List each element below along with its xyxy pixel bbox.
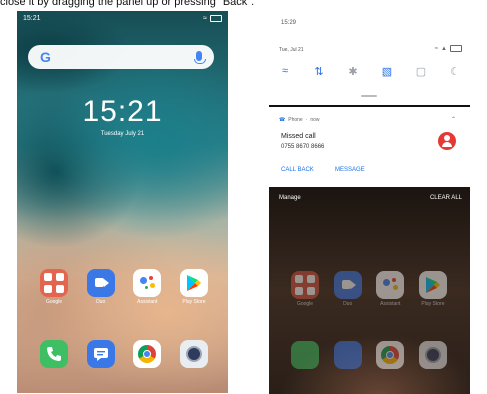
- play-store-icon: [418, 271, 447, 299]
- messages-icon: [333, 341, 362, 369]
- bluetooth-icon[interactable]: ✱: [343, 64, 363, 78]
- app-label: Duo: [343, 301, 353, 307]
- wifi-icon[interactable]: ≈: [275, 64, 295, 78]
- notification-time: now: [310, 117, 320, 123]
- status-time: 15:21: [23, 14, 41, 22]
- app-assistant: Assistant: [370, 271, 410, 307]
- dimmed-dock: [285, 341, 453, 369]
- shade-date: Tue, Jul 21: [279, 47, 304, 53]
- app-assistant[interactable]: Assistant: [127, 269, 167, 305]
- phone-icon: [291, 341, 319, 369]
- mic-icon[interactable]: [194, 51, 206, 64]
- screen-record-icon[interactable]: ▢: [411, 64, 431, 78]
- assistant-icon: [133, 269, 162, 297]
- contact-avatar-icon: [438, 132, 456, 150]
- app-google-folder[interactable]: Google: [34, 269, 74, 305]
- dock-camera[interactable]: [174, 340, 214, 368]
- google-folder-icon: [291, 271, 319, 299]
- dock: [34, 340, 214, 368]
- assistant-icon: [376, 271, 405, 299]
- phone-app-icon: ☎: [279, 117, 286, 123]
- app-label: Play Store: [421, 301, 445, 307]
- dimmed-app-row: Google Duo Assistant Play Store: [285, 271, 453, 307]
- dock-chrome[interactable]: [127, 340, 167, 368]
- app-label: Assistant: [380, 301, 401, 307]
- app-label: Assistant: [137, 299, 158, 305]
- data-icon[interactable]: ⇅: [309, 64, 329, 78]
- quick-settings: ≈ ⇅ ✱ ▧ ▢ ☾: [275, 64, 465, 78]
- notification-header: ☎ Phone · now: [279, 117, 320, 123]
- chevron-up-icon[interactable]: ⌃: [451, 116, 456, 123]
- notification-number: 0755 8670 8666: [281, 144, 325, 150]
- wifi-icon: ≈: [203, 14, 207, 22]
- dark-mode-icon[interactable]: ☾: [445, 64, 465, 78]
- camera-icon: [418, 341, 447, 369]
- chrome-icon: [376, 341, 405, 369]
- instruction-caption: close it by dragging the panel up or pre…: [0, 0, 255, 8]
- notification-shade-screen: 15:29 Tue, Jul 21 ≈ ▲ ≈ ⇅ ✱ ▧ ▢ ☾ ☎ Phon…: [269, 11, 470, 394]
- notification-title: Missed call: [281, 133, 316, 140]
- signal-icon: ▲: [441, 45, 447, 52]
- vibrate-icon[interactable]: ▧: [377, 64, 397, 78]
- message-button[interactable]: MESSAGE: [335, 167, 365, 173]
- app-google-folder: Google: [285, 271, 325, 307]
- shade-status-icons: ≈ ▲: [435, 45, 462, 52]
- panel-divider: [269, 105, 470, 107]
- dock-camera: [413, 341, 453, 369]
- battery-icon: [210, 14, 222, 22]
- google-g-icon: G: [40, 49, 51, 65]
- manage-button[interactable]: Manage: [279, 195, 301, 201]
- app-row: Google Duo Assistant Play Store: [34, 269, 214, 305]
- dimmed-home-background: Manage CLEAR ALL Google Duo Assistant Pl…: [269, 187, 470, 394]
- drag-handle[interactable]: [361, 95, 377, 97]
- wifi-icon: ≈: [434, 45, 439, 52]
- notification-app: Phone: [288, 117, 303, 123]
- battery-icon: [450, 45, 462, 52]
- google-folder-icon: [40, 269, 68, 297]
- duo-icon: [333, 271, 362, 299]
- app-duo: Duo: [328, 271, 368, 307]
- chrome-icon: [133, 340, 162, 368]
- messages-icon: [86, 340, 115, 368]
- app-play-store: Play Store: [413, 271, 453, 307]
- home-screen: 15:21 ≈ G 15:21 Tuesday July 21 Google D…: [17, 11, 228, 393]
- date-widget[interactable]: Tuesday July 21: [17, 131, 228, 137]
- app-label: Duo: [96, 299, 106, 305]
- app-play-store[interactable]: Play Store: [174, 269, 214, 305]
- dock-phone: [285, 341, 325, 369]
- shade-time: 15:29: [281, 20, 297, 26]
- play-store-icon: [179, 269, 208, 297]
- clear-all-button[interactable]: CLEAR ALL: [430, 195, 462, 201]
- app-label: Play Store: [182, 299, 206, 305]
- camera-icon: [179, 340, 208, 368]
- dock-chrome: [370, 341, 410, 369]
- clock-widget[interactable]: 15:21: [17, 95, 228, 129]
- app-duo[interactable]: Duo: [81, 269, 121, 305]
- dock-messages: [328, 341, 368, 369]
- call-back-button[interactable]: CALL BACK: [281, 167, 314, 173]
- status-icons: ≈: [203, 14, 222, 22]
- duo-icon: [86, 269, 115, 297]
- google-search-bar[interactable]: G: [28, 45, 214, 69]
- phone-icon: [40, 340, 68, 368]
- missed-call-notification[interactable]: ☎ Phone · now ⌃ Missed call 0755 8670 86…: [273, 111, 466, 184]
- status-bar: 15:21 ≈: [23, 13, 222, 23]
- app-label: Google: [296, 301, 314, 307]
- dock-messages[interactable]: [81, 340, 121, 368]
- app-label: Google: [45, 299, 63, 305]
- dock-phone[interactable]: [34, 340, 74, 368]
